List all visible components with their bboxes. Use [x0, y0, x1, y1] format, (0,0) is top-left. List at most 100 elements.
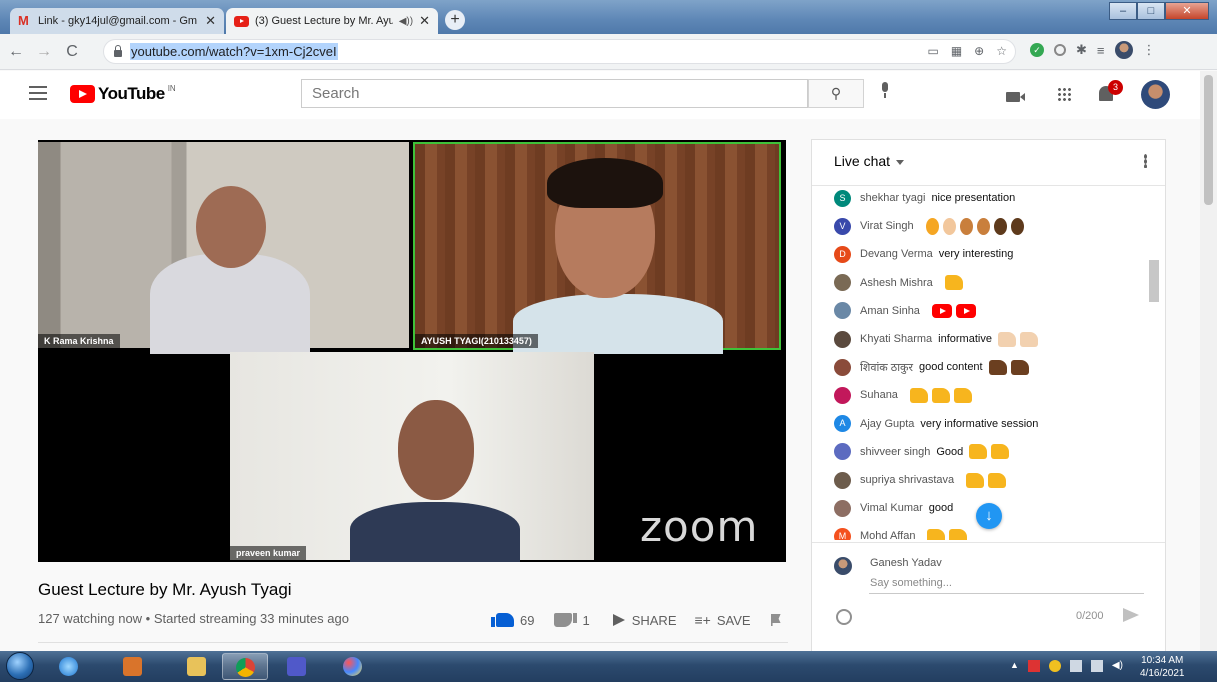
browser-menu-icon[interactable]: ⋮ — [1143, 42, 1156, 58]
chat-author-name[interactable]: Ajay Gupta — [860, 418, 914, 430]
chat-message[interactable]: D Devang Verma very interesting — [834, 243, 1017, 265]
chat-message[interactable]: A Ajay Gupta very informative session — [834, 413, 1042, 435]
chat-author-name[interactable]: Devang Verma — [860, 248, 933, 260]
taskbar-chrome[interactable] — [222, 653, 268, 680]
scroll-to-bottom-button[interactable]: ↓ — [976, 503, 1002, 529]
like-count[interactable]: 69 — [520, 613, 534, 628]
chat-message[interactable]: shivveer singh Good — [834, 441, 1011, 463]
taskbar-outlook[interactable] — [110, 653, 156, 680]
chat-author-name[interactable]: Vimal Kumar — [860, 502, 923, 514]
chat-author-name[interactable]: Khyati Sharma — [860, 333, 932, 345]
chat-message-input[interactable]: Say something... — [869, 574, 1144, 594]
chat-message[interactable]: V Virat Singh — [834, 215, 1026, 237]
chat-author-name[interactable]: shivveer singh — [860, 446, 930, 458]
lock-icon[interactable] — [114, 45, 122, 57]
chat-message[interactable]: शिवांक ठाकुर good content — [834, 356, 1031, 378]
install-icon[interactable]: ⊕ — [974, 44, 984, 58]
chat-author-avatar[interactable]: S — [834, 189, 851, 207]
chat-message[interactable]: supriya shrivastava — [834, 469, 1008, 491]
chat-author-avatar[interactable] — [834, 330, 851, 348]
new-tab-button[interactable]: + — [445, 10, 465, 30]
search-button[interactable]: ⚲ — [808, 79, 864, 108]
microphone-icon[interactable] — [880, 82, 890, 98]
chat-message[interactable]: Vimal Kumar good — [834, 497, 957, 519]
chat-author-avatar[interactable] — [834, 386, 851, 404]
more-options-icon[interactable] — [1144, 154, 1147, 168]
taskbar-clock[interactable]: 10:34 AM 4/16/2021 — [1140, 654, 1185, 680]
chat-message[interactable]: M Mohd Affan — [834, 525, 969, 540]
create-video-icon[interactable] — [1006, 92, 1025, 102]
chat-author-avatar[interactable]: V — [834, 217, 851, 235]
chat-scrollbar[interactable] — [1149, 260, 1159, 302]
menu-icon[interactable] — [29, 86, 47, 104]
search-input[interactable]: Search — [301, 79, 808, 108]
extension-ring-icon[interactable] — [1054, 44, 1066, 56]
back-button[interactable]: ← — [4, 43, 28, 61]
chat-author-name[interactable]: Mohd Affan — [860, 530, 915, 540]
chat-message[interactable]: Suhana — [834, 384, 974, 406]
close-window-button[interactable]: ✕ — [1165, 2, 1209, 20]
dislike-icon[interactable] — [554, 613, 578, 627]
chat-author-name[interactable]: Ashesh Mishra — [860, 277, 933, 289]
tray-network-icon[interactable] — [1090, 660, 1103, 672]
forward-button[interactable]: → — [32, 43, 56, 61]
chat-author-name[interactable]: शिवांक ठाकुर — [860, 360, 913, 375]
live-chat-mode-dropdown[interactable]: Live chat — [834, 153, 890, 169]
minimize-button[interactable]: – — [1109, 2, 1137, 20]
like-icon[interactable] — [491, 613, 514, 627]
start-button[interactable] — [6, 652, 34, 680]
chat-author-name[interactable]: Virat Singh — [860, 220, 914, 232]
apps-grid-icon[interactable] — [1057, 87, 1071, 101]
taskbar-paint[interactable] — [330, 653, 376, 680]
save-playlist-icon[interactable]: ≡+ — [695, 612, 711, 628]
chat-author-avatar[interactable] — [834, 302, 851, 320]
extension-check-icon[interactable]: ✓ — [1030, 43, 1044, 57]
share-icon[interactable] — [610, 614, 626, 626]
chat-author-avatar[interactable]: A — [834, 415, 851, 433]
bookmark-star-icon[interactable]: ☆ — [996, 44, 1007, 58]
tray-expand-icon[interactable]: ▲ — [1010, 660, 1019, 672]
send-icon[interactable] — [1123, 608, 1139, 622]
page-scrollbar[interactable] — [1200, 71, 1217, 651]
chat-author-name[interactable]: supriya shrivastava — [860, 474, 954, 486]
report-flag-icon[interactable] — [770, 614, 781, 626]
chat-author-name[interactable]: shekhar tyagi — [860, 192, 925, 204]
tab-gmail[interactable]: Link - gky14jul@gmail.com - Gm ✕ — [10, 8, 224, 34]
chat-message[interactable]: Aman Sinha — [834, 300, 978, 322]
chat-message[interactable]: Ashesh Mishra — [834, 272, 965, 294]
chat-author-avatar[interactable] — [834, 499, 851, 517]
chat-author-name[interactable]: Suhana — [860, 389, 898, 401]
maximize-button[interactable]: □ — [1137, 2, 1165, 20]
profile-avatar[interactable] — [1114, 41, 1133, 59]
taskbar-ie[interactable] — [46, 653, 92, 680]
chat-author-avatar[interactable]: D — [834, 245, 851, 263]
chat-message[interactable]: Sshekhar tyagi nice presentation — [834, 187, 1019, 209]
tray-flag-icon[interactable] — [1027, 660, 1040, 672]
dislike-count[interactable]: 1 — [582, 613, 589, 628]
extensions-puzzle-icon[interactable]: ✱ — [1076, 42, 1087, 58]
reload-button[interactable]: C — [60, 43, 84, 61]
emoji-picker-icon[interactable] — [836, 609, 852, 625]
chat-author-avatar[interactable] — [834, 471, 851, 489]
tray-volume-icon[interactable]: ◀) — [1112, 660, 1123, 672]
close-tab-icon[interactable]: ✕ — [205, 13, 216, 29]
tab-youtube[interactable]: (3) Guest Lecture by Mr. Ayu ◀)) ✕ — [226, 8, 438, 34]
video-player[interactable]: K Rama Krishna AYUSH TYAGI(210133457) pr… — [38, 140, 786, 562]
share-button[interactable]: SHARE — [632, 613, 677, 628]
chat-message[interactable]: Khyati Sharma informative — [834, 328, 1040, 350]
url-text[interactable]: youtube.com/watch?v=1xm-Cj2cveI — [130, 43, 338, 60]
address-bar[interactable]: youtube.com/watch?v=1xm-Cj2cveI ▭ ▦ ⊕ ☆ — [103, 39, 1016, 64]
chat-author-name[interactable]: Aman Sinha — [860, 305, 920, 317]
youtube-logo[interactable]: YouTube IN — [70, 84, 176, 104]
taskbar-explorer[interactable] — [174, 653, 220, 680]
chat-author-avatar[interactable] — [834, 274, 851, 292]
qr-icon[interactable]: ▦ — [951, 44, 962, 58]
cast-icon[interactable]: ▭ — [927, 44, 938, 58]
chat-author-avatar[interactable] — [834, 358, 851, 376]
account-avatar[interactable] — [1141, 80, 1170, 109]
tray-power-icon[interactable] — [1069, 660, 1082, 672]
save-button[interactable]: SAVE — [717, 613, 751, 628]
chevron-down-icon[interactable] — [896, 159, 905, 165]
chat-author-avatar[interactable] — [834, 443, 851, 461]
speaker-icon[interactable]: ◀)) — [399, 16, 413, 27]
